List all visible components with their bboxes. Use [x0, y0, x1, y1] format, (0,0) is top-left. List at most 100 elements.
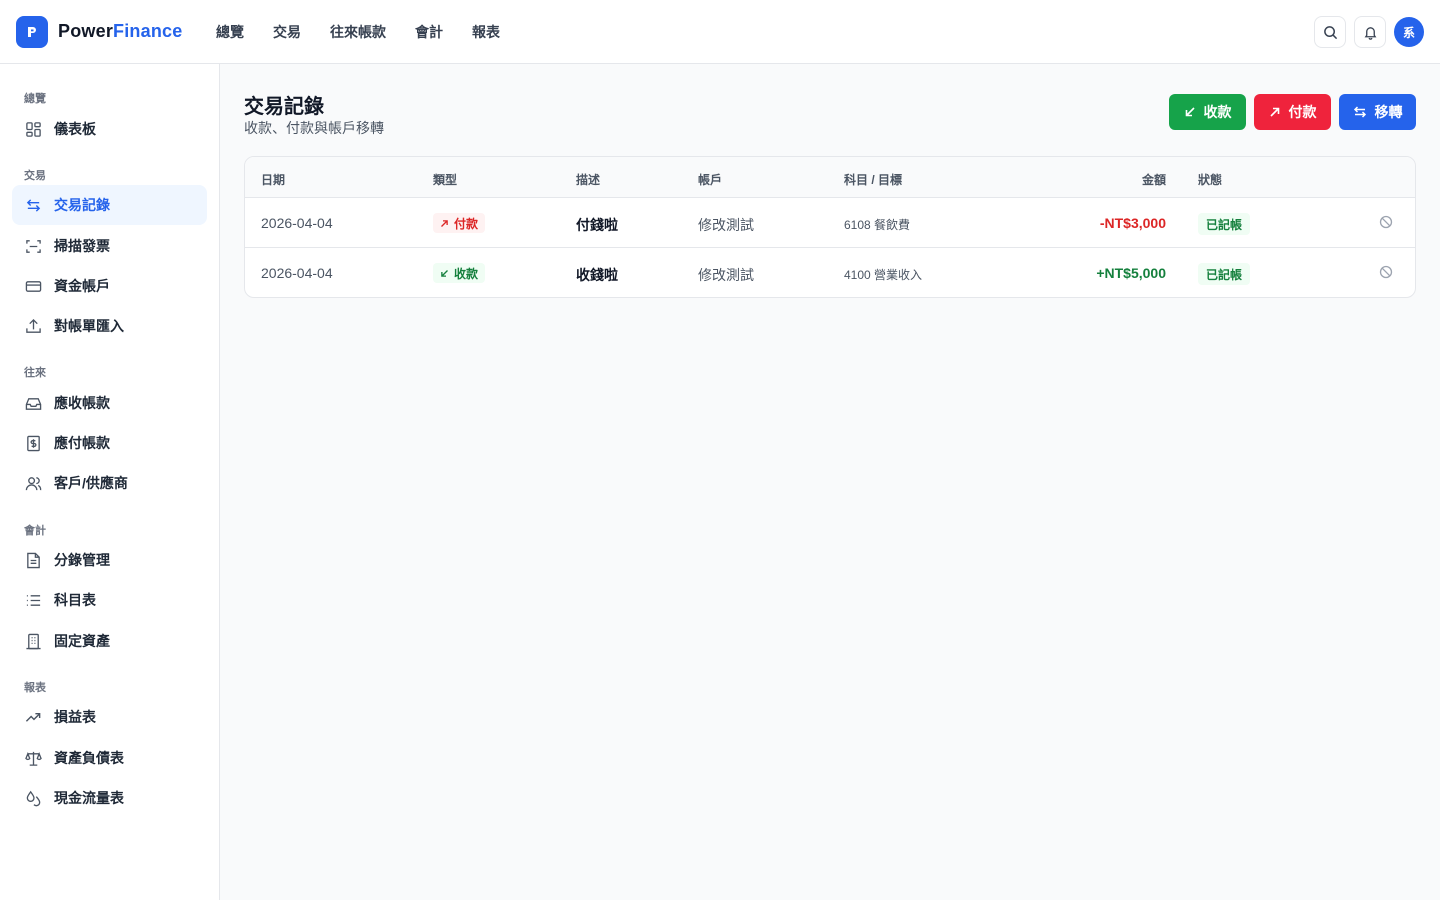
sidebar-item-income-statement[interactable]: 損益表 [12, 697, 207, 737]
column-header-subject[interactable]: 科目 / 目標 [844, 171, 902, 188]
sidebar-item-accounts-receivable[interactable]: 應收帳款 [12, 383, 207, 423]
top-nav-accounting[interactable]: 會計 [415, 22, 443, 42]
search-button[interactable] [1314, 16, 1346, 48]
column-header-account[interactable]: 帳戶 [698, 171, 722, 188]
sidebar-item-label: 掃描發票 [54, 238, 110, 254]
sidebar-section-transactions: 交易 [24, 170, 46, 182]
sidebar-item-statement-import[interactable]: 對帳單匯入 [12, 306, 207, 346]
column-header-status[interactable]: 狀態 [1198, 171, 1222, 188]
type-badge: 付款 [433, 213, 486, 233]
row-description: 付錢啦 [576, 217, 618, 233]
list-icon [24, 591, 42, 609]
sidebar-item-cash-flow-statement[interactable]: 現金流量表 [12, 778, 207, 818]
column-header-description[interactable]: 描述 [576, 171, 600, 188]
top-bar: PowerFinance 總覽 交易 往來帳款 會計 報表 系 [0, 0, 1440, 64]
sidebar-item-label: 分錄管理 [54, 552, 110, 568]
droplets-icon [24, 789, 42, 807]
sidebar-item-customers-suppliers[interactable]: 客戶/供應商 [12, 463, 207, 503]
page-subtitle: 收款、付款與帳戶移轉 [244, 120, 384, 136]
sidebar-item-label: 儀表板 [54, 121, 96, 137]
sidebar-item-label: 應收帳款 [54, 395, 110, 411]
sidebar: 總覽 儀表板 交易 交易記錄 掃描發票 資金帳戶 對帳單匯入 往來 應收帳款 應… [0, 64, 220, 900]
sidebar-item-balance-sheet[interactable]: 資產負債表 [12, 738, 207, 778]
building-icon [24, 632, 42, 650]
notifications-button[interactable] [1354, 16, 1386, 48]
users-icon [24, 474, 42, 492]
sidebar-item-journal-entries[interactable]: 分錄管理 [12, 540, 207, 580]
app-logo[interactable] [16, 16, 48, 48]
credit-card-icon [24, 277, 42, 295]
arrow-down-left-icon [441, 269, 448, 277]
sidebar-section-accounting: 會計 [24, 525, 46, 537]
sidebar-item-label: 資金帳戶 [54, 278, 110, 294]
row-date: 2026-04-04 [261, 265, 333, 281]
column-header-date[interactable]: 日期 [261, 171, 285, 188]
row-subject: 6108 餐飲費 [844, 218, 911, 232]
scan-icon [24, 237, 42, 255]
sidebar-section-reports: 報表 [24, 682, 46, 694]
sidebar-item-scan-invoice[interactable]: 掃描發票 [12, 226, 207, 266]
receipt-dollar-icon [24, 434, 42, 452]
type-badge-label: 收款 [454, 266, 479, 281]
sidebar-item-dashboard[interactable]: 儀表板 [12, 109, 207, 149]
sidebar-item-transaction-records[interactable]: 交易記錄 [12, 185, 207, 225]
sidebar-item-chart-of-accounts[interactable]: 科目表 [12, 580, 207, 620]
void-icon[interactable] [1379, 265, 1393, 279]
receive-button-label: 收款 [1203, 104, 1232, 120]
pay-button-label: 付款 [1288, 104, 1317, 120]
sidebar-item-label: 損益表 [54, 709, 96, 725]
column-header-amount[interactable]: 金額 [1142, 171, 1166, 188]
top-nav-overview[interactable]: 總覽 [216, 22, 244, 42]
document-icon [24, 551, 42, 569]
transfer-arrows-icon [1353, 106, 1366, 118]
table-header: 日期 類型 描述 帳戶 科目 / 目標 金額 狀態 [245, 157, 1415, 198]
row-account: 修改測試 [698, 267, 754, 283]
row-subject: 4100 營業收入 [844, 268, 923, 282]
sidebar-item-label: 固定資產 [54, 633, 110, 649]
sidebar-section-overview: 總覽 [24, 93, 46, 105]
user-avatar[interactable]: 系 [1394, 17, 1424, 47]
sidebar-item-label: 現金流量表 [54, 790, 124, 806]
sidebar-item-fixed-assets[interactable]: 固定資產 [12, 621, 207, 661]
transactions-table: 日期 類型 描述 帳戶 科目 / 目標 金額 狀態 2026-04-04 付款 … [244, 156, 1416, 298]
upload-icon [24, 317, 42, 335]
transfer-arrows-icon [24, 196, 42, 214]
sidebar-item-label: 資產負債表 [54, 750, 124, 766]
sidebar-item-label: 客戶/供應商 [54, 475, 128, 491]
row-amount: -NT$3,000 [1099, 215, 1166, 231]
top-nav-receivables-payables[interactable]: 往來帳款 [330, 22, 386, 42]
row-amount: +NT$5,000 [1096, 265, 1166, 281]
transfer-button-label: 移轉 [1374, 104, 1403, 120]
arrow-up-right-icon [441, 219, 448, 227]
top-nav-reports[interactable]: 報表 [472, 22, 500, 42]
column-header-type[interactable]: 類型 [433, 171, 457, 188]
transfer-button[interactable]: 移轉 [1339, 94, 1416, 130]
sidebar-item-label: 應付帳款 [54, 435, 110, 451]
table-row[interactable]: 2026-04-04 付款 付錢啦 修改測試 6108 餐飲費 -NT$3,00… [245, 198, 1415, 248]
row-account: 修改測試 [698, 217, 754, 233]
row-description: 收錢啦 [576, 267, 618, 283]
table-row[interactable]: 2026-04-04 收款 收錢啦 修改測試 4100 營業收入 +NT$5,0… [245, 248, 1415, 297]
receive-button[interactable]: 收款 [1169, 94, 1246, 130]
sidebar-item-fund-accounts[interactable]: 資金帳戶 [12, 266, 207, 306]
bell-icon [1364, 26, 1376, 40]
row-date: 2026-04-04 [261, 215, 333, 231]
brand-name[interactable]: PowerFinance [58, 21, 182, 42]
trend-up-icon [24, 708, 42, 726]
scale-icon [24, 749, 42, 767]
status-badge: 已記帳 [1198, 213, 1251, 235]
dashboard-icon [24, 120, 42, 138]
pay-button[interactable]: 付款 [1254, 94, 1331, 130]
arrow-up-right-icon [1269, 107, 1279, 117]
top-nav-transactions[interactable]: 交易 [273, 22, 301, 42]
search-icon [1323, 25, 1337, 39]
void-icon[interactable] [1379, 215, 1393, 229]
logo-icon [28, 27, 36, 37]
page-title: 交易記錄 [244, 96, 324, 118]
brand-name-part2: Finance [113, 21, 183, 41]
sidebar-item-label: 對帳單匯入 [54, 318, 124, 334]
sidebar-item-label: 交易記錄 [54, 197, 110, 213]
sidebar-section-dealings: 往來 [24, 367, 46, 379]
sidebar-item-accounts-payable[interactable]: 應付帳款 [12, 423, 207, 463]
status-badge: 已記帳 [1198, 263, 1251, 285]
